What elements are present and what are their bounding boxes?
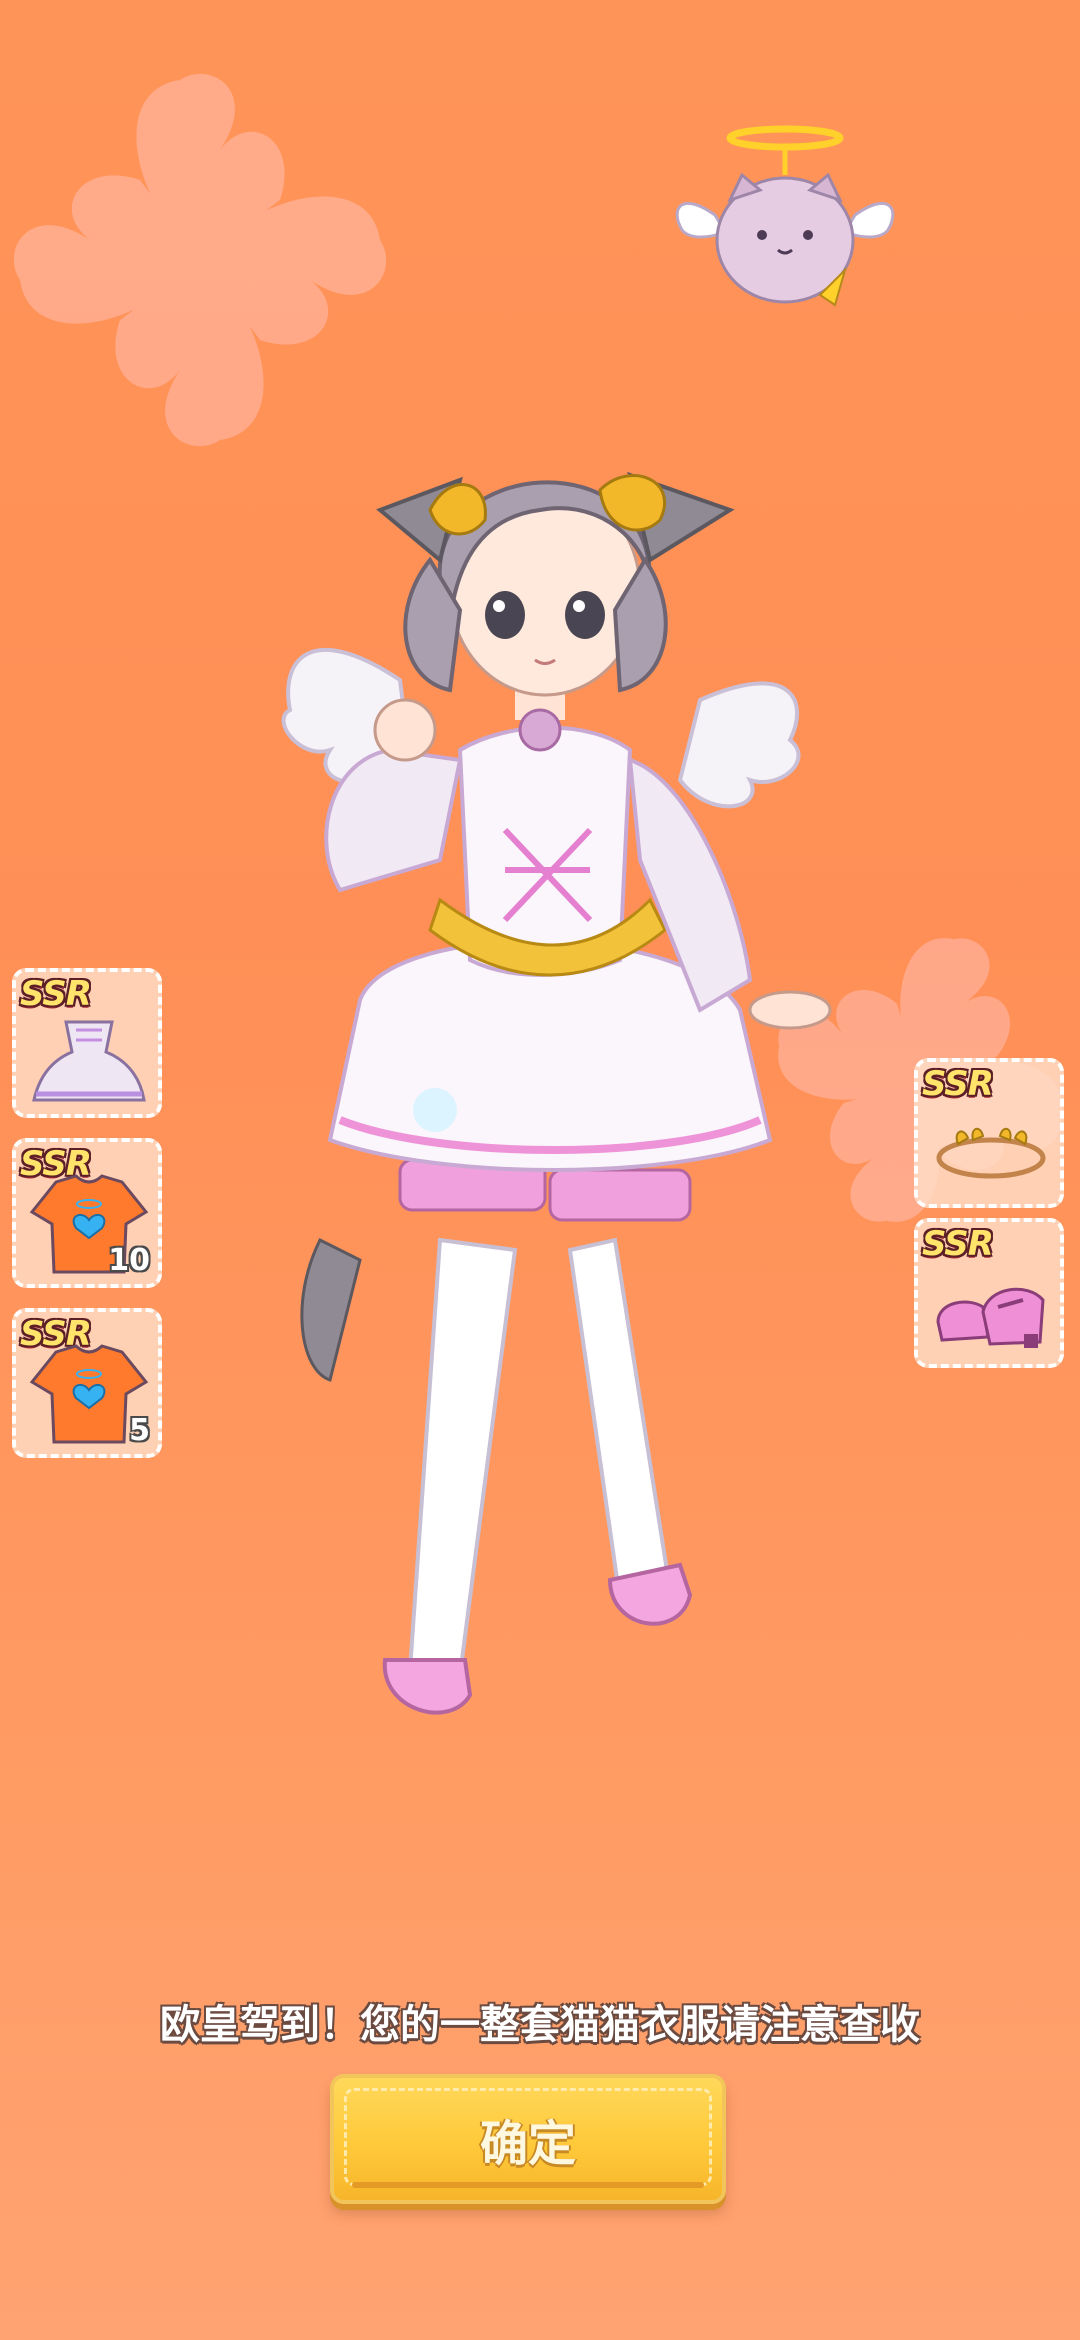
laurel-headband-icon — [936, 1127, 1046, 1179]
angel-cat-mascot-icon — [675, 125, 895, 307]
reward-card-shoes[interactable]: SSR — [914, 1218, 1064, 1368]
reward-card-shirt-5[interactable]: SSR 5 — [12, 1308, 162, 1458]
angel-dress-icon — [32, 1020, 146, 1102]
pink-shoes-icon — [936, 1287, 1045, 1348]
reward-card-shirt-10[interactable]: SSR 10 — [12, 1138, 162, 1288]
angel-cat-girl-character — [281, 471, 832, 1715]
reward-message: 欧皇驾到！您的一整套猫猫衣服请注意查收 — [160, 2002, 920, 2048]
item-count: 5 — [129, 1413, 150, 1448]
item-count: 10 — [108, 1243, 150, 1278]
confirm-button-label: 确定 — [479, 2116, 576, 2172]
background-flower-top — [13, 73, 387, 447]
confirm-button[interactable]: 确定 — [330, 2074, 726, 2204]
reward-card-dress[interactable]: SSR — [12, 968, 162, 1118]
reward-card-headband[interactable]: SSR — [914, 1058, 1064, 1208]
